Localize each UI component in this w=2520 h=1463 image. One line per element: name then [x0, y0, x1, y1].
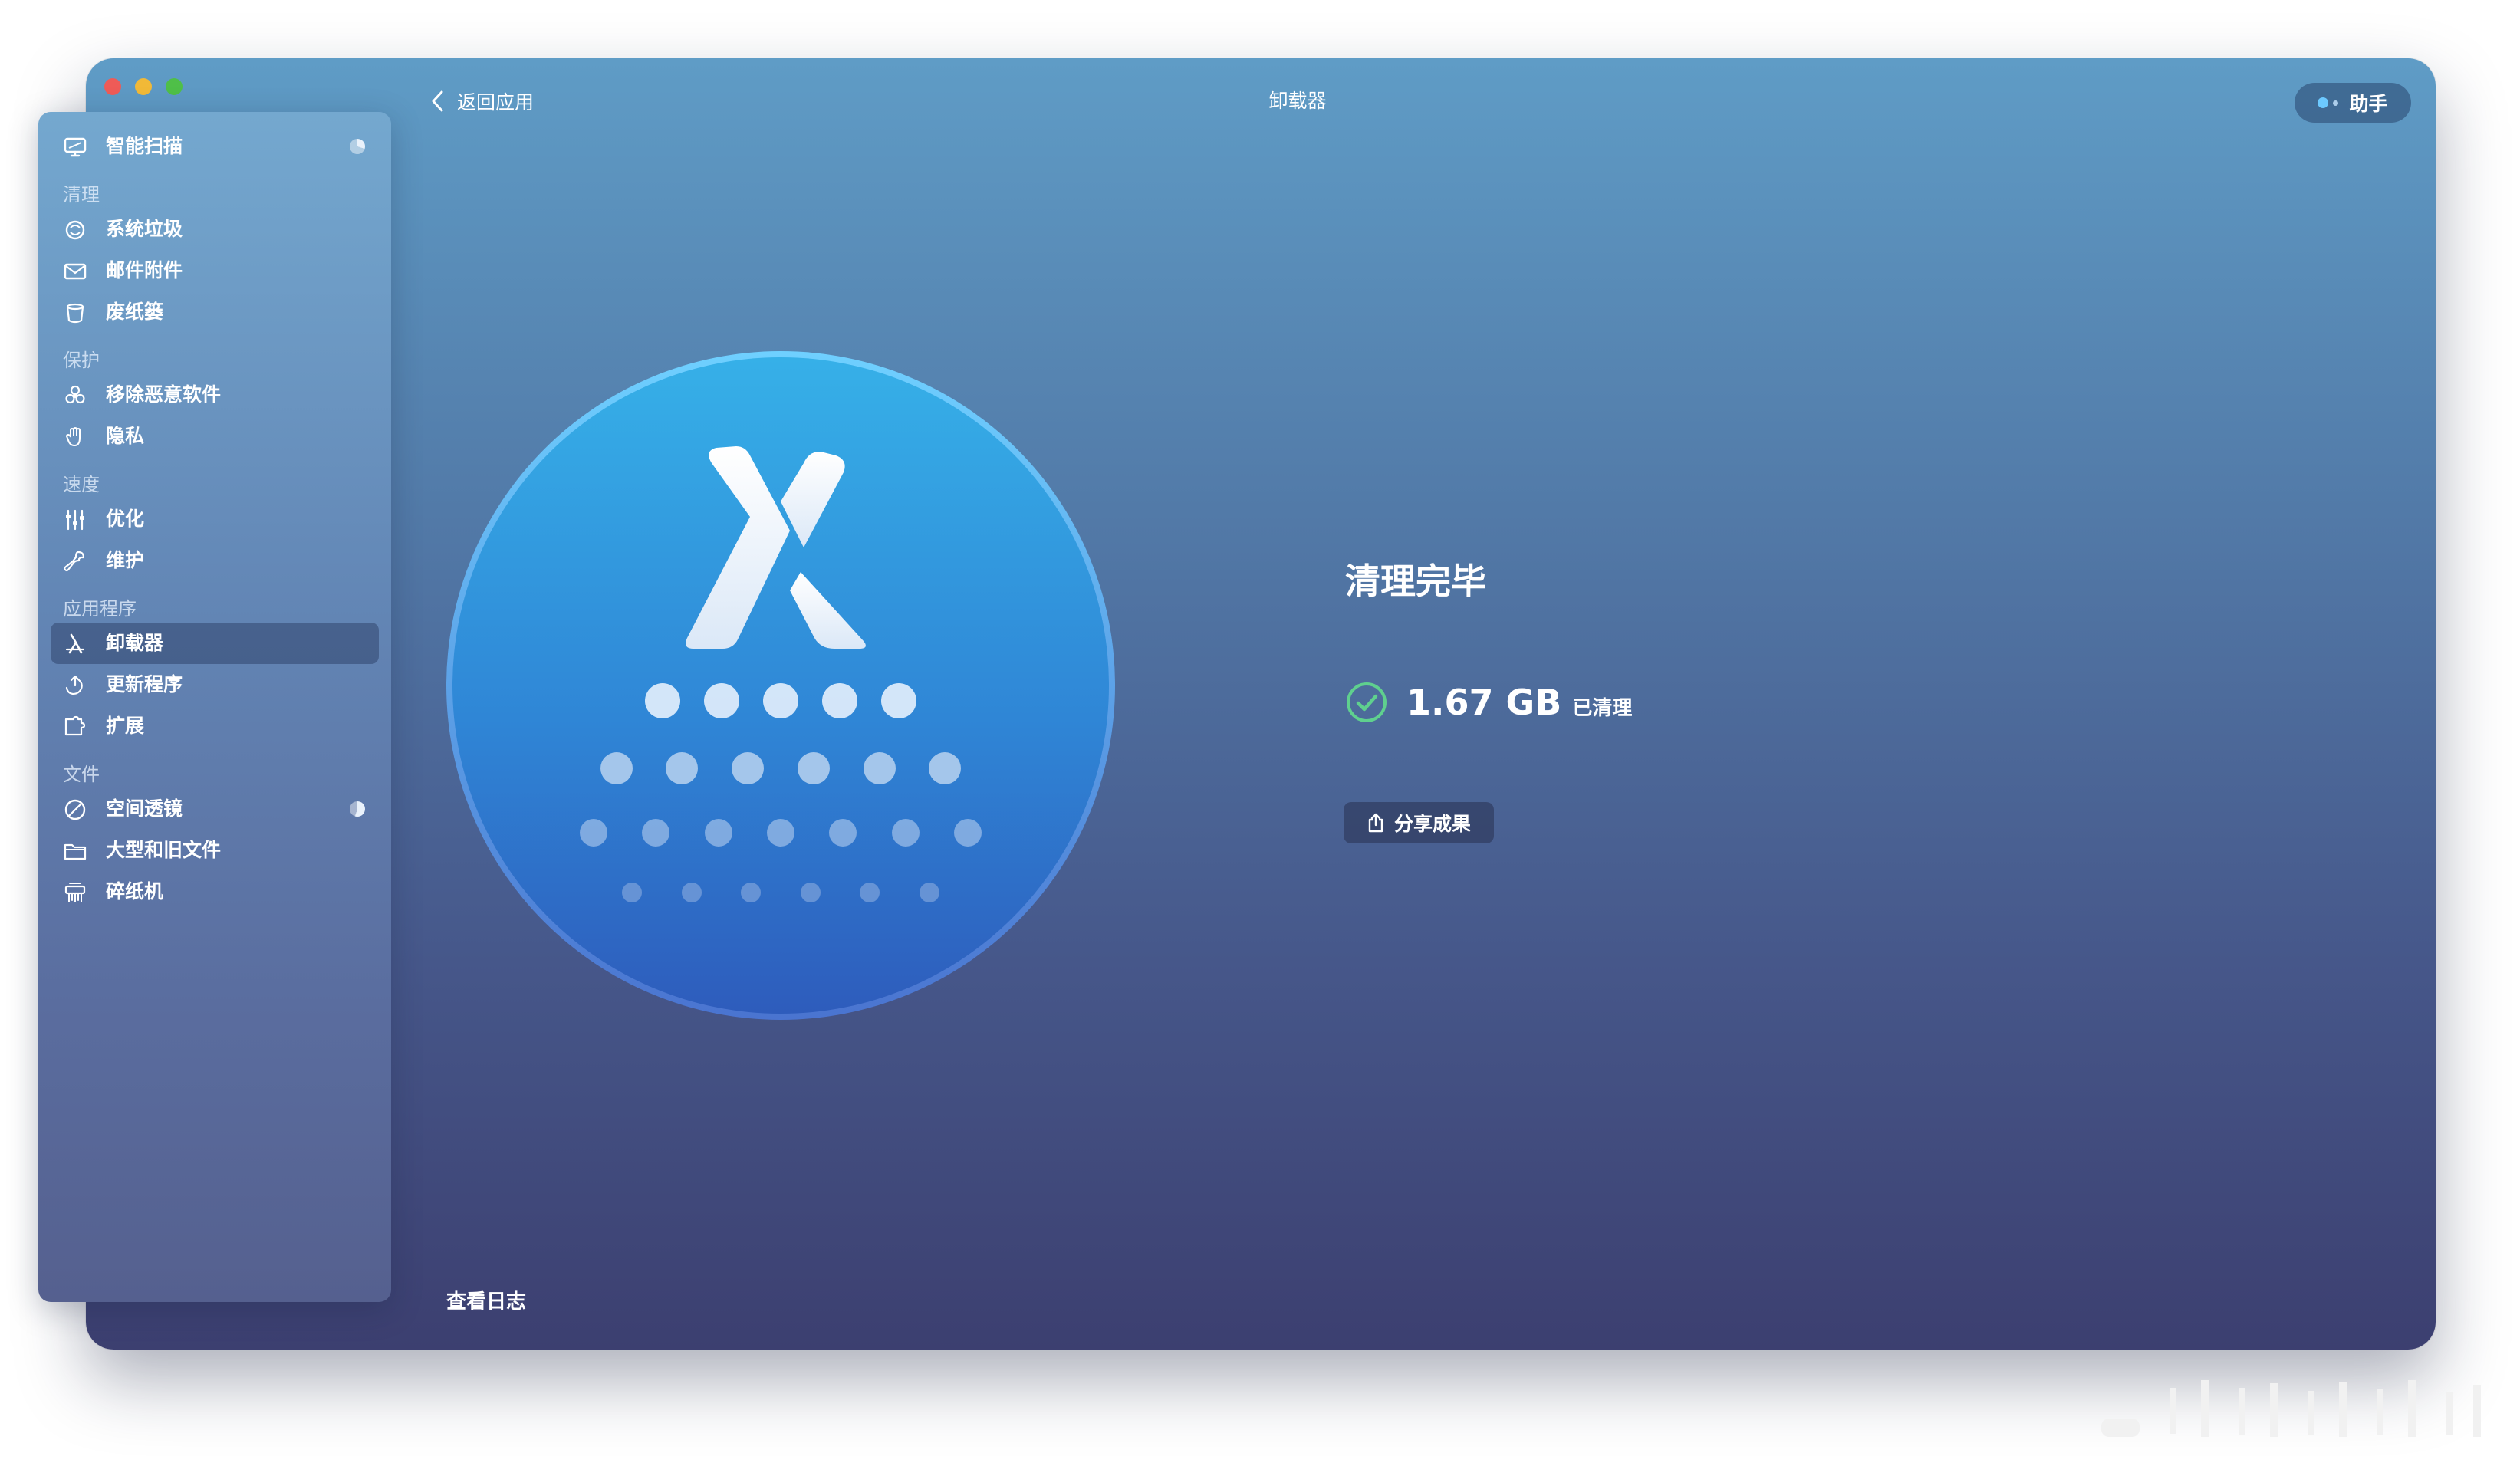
check-circle-icon [1345, 681, 1388, 724]
wrench-icon [63, 549, 87, 574]
extensions-icon [63, 715, 87, 739]
sidebar-item-label: 系统垃圾 [106, 218, 183, 240]
close-window-button[interactable] [104, 78, 121, 95]
assistant-dot-icon [2318, 97, 2329, 108]
sidebar-item-space-lens[interactable]: 空间透镜 [51, 788, 379, 830]
sidebar-item-maintenance[interactable]: 维护 [51, 540, 379, 581]
back-to-apps-label: 返回应用 [457, 91, 535, 113]
cleanup-complete-title: 清理完毕 [1345, 561, 1486, 602]
updater-icon [63, 673, 87, 698]
sidebar-item-label: 卸载器 [106, 632, 164, 654]
assistant-dot-small-icon [2333, 100, 2339, 106]
sidebar-item-system-junk[interactable]: 系统垃圾 [51, 209, 379, 250]
back-to-apps-button[interactable]: 返回应用 [429, 86, 534, 117]
folder-icon [63, 839, 87, 863]
share-results-label: 分享成果 [1393, 813, 1471, 835]
sidebar-item-smart-scan[interactable]: 智能扫描 [51, 126, 379, 167]
sidebar-item-privacy[interactable]: 隐私 [51, 416, 379, 457]
minimize-window-button[interactable] [135, 78, 152, 95]
sidebar-item-extensions[interactable]: 扩展 [51, 705, 379, 747]
cleaned-label: 已清理 [1572, 696, 1633, 720]
uninstaller-icon [63, 632, 87, 656]
sidebar-item-label: 废纸篓 [106, 301, 164, 323]
hand-icon [63, 425, 87, 449]
shredder-icon [63, 880, 87, 905]
mail-icon [63, 259, 87, 284]
sidebar-item-label: 优化 [106, 508, 145, 530]
sidebar-item-uninstaller[interactable]: 卸载器 [51, 623, 379, 664]
sidebar-item-optimization[interactable]: 优化 [51, 498, 379, 540]
sidebar-item-label: 隐私 [106, 425, 145, 447]
sidebar-item-label: 扩展 [106, 715, 145, 737]
share-results-button[interactable]: 分享成果 [1344, 802, 1494, 843]
sidebar-item-large-old-files[interactable]: 大型和旧文件 [51, 830, 379, 871]
sidebar-item-label: 移除恶意软件 [106, 383, 222, 406]
sidebar-section-protect: 保护 [63, 350, 100, 371]
sidebar-section-files: 文件 [63, 764, 100, 785]
sidebar-item-shredder[interactable]: 碎纸机 [51, 871, 379, 912]
app-window: 返回应用 卸载器 助手 清理完毕 1.67 GB 已清理 分享成果 查看日志 [86, 58, 2436, 1350]
sidebar-item-label: 邮件附件 [106, 259, 183, 281]
sidebar: 智能扫描 清理 系统垃圾 邮件附件 废纸篓 保护 移除恶意软件 隐私 速度 优化… [38, 112, 391, 1302]
monitor-icon [63, 135, 87, 159]
sidebar-item-trash[interactable]: 废纸篓 [51, 291, 379, 333]
space-lens-icon [63, 797, 87, 822]
system-junk-icon [63, 218, 87, 242]
sidebar-item-updater[interactable]: 更新程序 [51, 664, 379, 705]
sidebar-item-label: 维护 [106, 549, 145, 571]
watermark-graphic [2086, 1373, 2500, 1442]
share-icon [1368, 813, 1383, 833]
uninstaller-hero-illustration [443, 348, 1118, 1023]
sliders-icon [63, 508, 87, 532]
assistant-button[interactable]: 助手 [2295, 83, 2411, 123]
space-lens-progress-pie-icon [350, 801, 365, 817]
assistant-label: 助手 [2349, 93, 2388, 115]
sidebar-section-applications: 应用程序 [63, 598, 137, 620]
sidebar-item-label: 更新程序 [106, 673, 183, 695]
sidebar-item-label: 大型和旧文件 [106, 839, 222, 861]
zoom-window-button[interactable] [166, 78, 183, 95]
sidebar-item-mail-attachments[interactable]: 邮件附件 [51, 250, 379, 291]
chevron-left-icon [432, 90, 443, 112]
sidebar-item-label: 智能扫描 [106, 135, 183, 157]
sidebar-item-label: 空间透镜 [106, 797, 183, 820]
cleaned-result: 1.67 GB 已清理 [1345, 678, 1632, 727]
sidebar-item-remove-malware[interactable]: 移除恶意软件 [51, 374, 379, 416]
scan-progress-pie-icon [350, 139, 365, 154]
sidebar-item-label: 碎纸机 [106, 880, 164, 902]
biohazard-icon [63, 383, 87, 408]
view-log-link[interactable]: 查看日志 [446, 1288, 526, 1316]
window-title: 卸载器 [1268, 90, 1327, 112]
cleaned-size-value: 1.67 GB [1406, 682, 1562, 723]
sidebar-section-speed: 速度 [63, 474, 100, 495]
trash-icon [63, 301, 87, 325]
sidebar-section-clean: 清理 [63, 184, 100, 205]
